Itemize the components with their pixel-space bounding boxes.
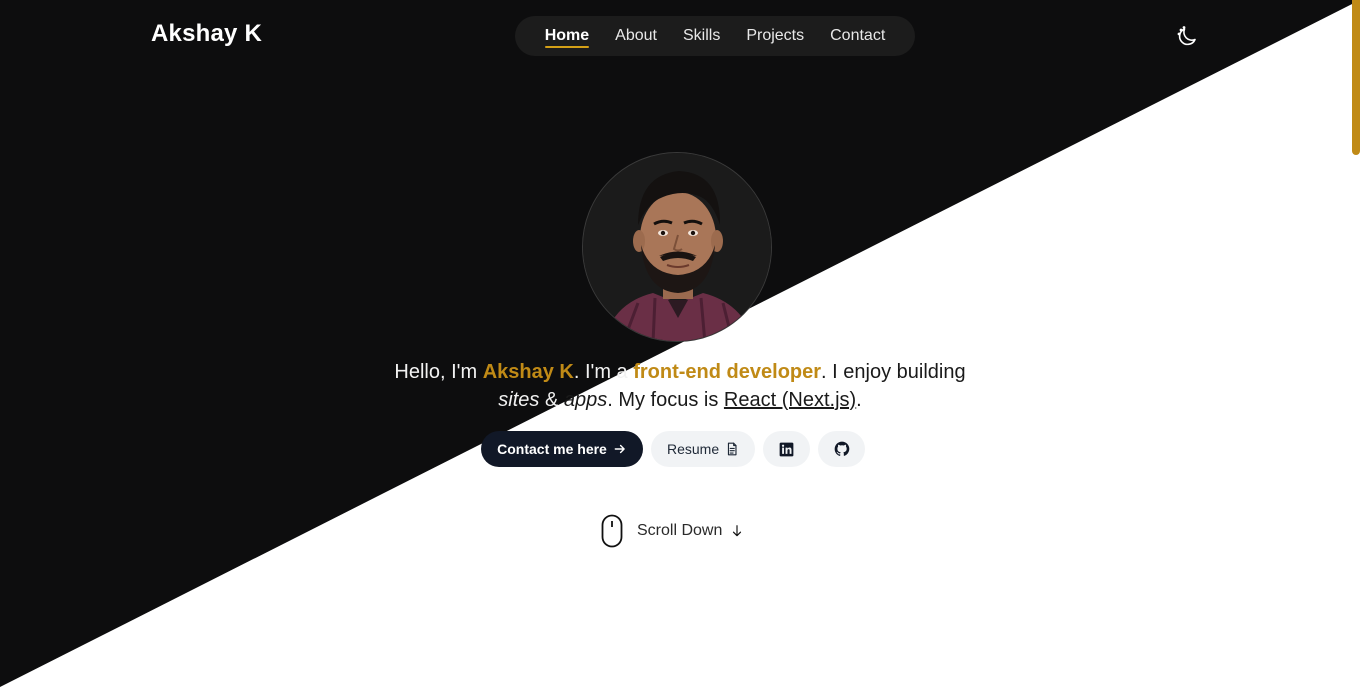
intro-apps: apps (563, 389, 608, 411)
mouse-icon (601, 514, 623, 548)
profile-photo (583, 153, 771, 341)
github-button[interactable] (818, 431, 865, 467)
diagonal-background (0, 0, 1360, 687)
moon-icon (1177, 26, 1196, 46)
nav-contact[interactable]: Contact (817, 16, 898, 56)
page: Akshay K Home About Skills Projects Cont… (0, 0, 1360, 687)
scroll-down-label: Scroll Down (637, 522, 723, 539)
linkedin-button[interactable] (763, 431, 810, 467)
github-icon (834, 441, 849, 456)
avatar (582, 152, 772, 342)
intro-end: . (856, 389, 862, 411)
nav-projects[interactable]: Projects (733, 16, 817, 56)
intro-role: front-end developer (633, 361, 822, 383)
intro-sites: sites (498, 389, 540, 411)
document-icon (728, 442, 737, 456)
nav-skills[interactable]: Skills (670, 16, 733, 56)
intro-mid2: . I enjoy building (821, 361, 966, 383)
resume-button[interactable]: Resume (651, 431, 755, 467)
intro-text: Hello, I'm Akshay K. I'm a front-end dev… (380, 358, 980, 414)
theme-toggle-button[interactable] (1175, 25, 1199, 49)
nav-about[interactable]: About (602, 16, 670, 56)
brand-logo[interactable]: Akshay K (151, 20, 262, 48)
contact-button-label: Contact me here (497, 441, 607, 457)
intro-name: Akshay K (482, 361, 574, 383)
linkedin-icon (779, 442, 794, 456)
cta-row: Contact me here Resume (481, 431, 865, 467)
intro-mid3: . My focus is (607, 389, 724, 411)
intro-focus: React (Next.js) (723, 389, 857, 411)
intro-mid1: . I'm a (573, 361, 634, 383)
arrow-down-icon (733, 525, 742, 537)
contact-button[interactable]: Contact me here (481, 431, 643, 467)
scroll-down-link[interactable]: Scroll Down (601, 514, 744, 548)
arrow-right-icon (614, 444, 625, 454)
nav-home[interactable]: Home (532, 16, 602, 56)
main-nav: Home About Skills Projects Contact (515, 16, 915, 56)
scroll-progress-bar[interactable] (1352, 0, 1360, 155)
intro-greeting: Hello, I'm (394, 361, 483, 383)
intro-amp: & (539, 389, 564, 411)
resume-button-label: Resume (667, 441, 720, 457)
